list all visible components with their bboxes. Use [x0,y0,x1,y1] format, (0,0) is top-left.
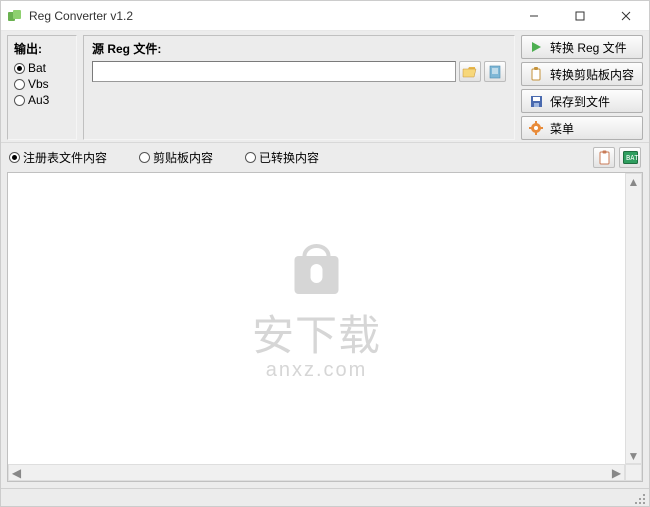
button-label: 转换 Reg 文件 [550,39,627,56]
watermark-main: 安下载 [252,302,381,363]
browse-button[interactable] [459,61,481,82]
radio-icon [14,79,25,90]
radio-label: 已转换内容 [259,149,319,166]
clipboard-convert-icon [528,66,544,82]
radio-icon [14,63,25,74]
terminal-run-icon: BAT [623,151,638,164]
output-panel: 输出: Bat Vbs Au3 [7,35,77,140]
radio-icon [139,152,150,163]
source-panel: 源 Reg 文件: [83,35,515,140]
watermark-bag-icon [286,242,346,298]
play-icon [528,39,544,55]
save-to-file-button[interactable]: 保存到文件 [521,89,643,113]
minimize-button[interactable] [511,1,557,30]
horizontal-scrollbar[interactable]: ◀ ▶ [8,464,625,481]
maximize-button[interactable] [557,1,603,30]
convert-clipboard-button[interactable]: 转换剪贴板内容 [521,62,643,86]
output-radio-bat[interactable]: Bat [14,61,70,75]
view-radio-reg-content[interactable]: 注册表文件内容 [9,149,107,166]
content-textarea-wrap: 安下载 anxz.com ▲ ▼ ◀ ▶ [7,172,643,482]
copy-button[interactable] [593,147,615,168]
radio-label: 注册表文件内容 [23,149,107,166]
clipboard-icon [598,150,611,165]
radio-label: Vbs [28,77,49,91]
window-title: Reg Converter v1.2 [29,9,511,23]
scrollbar-corner [625,464,642,481]
watermark: 安下载 anxz.com [252,242,381,382]
scroll-down-icon: ▼ [626,448,641,463]
radio-label: Au3 [28,93,49,107]
radio-icon [245,152,256,163]
folder-open-icon [462,65,478,79]
output-radio-au3[interactable]: Au3 [14,93,70,107]
clear-button[interactable] [484,61,506,82]
watermark-sub: anxz.com [252,359,381,382]
view-radio-converted-content[interactable]: 已转换内容 [245,149,319,166]
source-path-input[interactable] [92,61,456,82]
app-icon [7,8,23,24]
content-textarea[interactable]: 安下载 anxz.com [8,173,625,464]
close-button[interactable] [603,1,649,30]
radio-label: 剪贴板内容 [153,149,213,166]
button-label: 菜单 [550,120,574,137]
radio-icon [9,152,20,163]
client-area: 输出: Bat Vbs Au3 源 Reg 文件: [1,31,649,506]
scroll-up-icon: ▲ [626,174,641,189]
gear-icon [528,120,544,136]
convert-reg-button[interactable]: 转换 Reg 文件 [521,35,643,59]
source-label: 源 Reg 文件: [92,40,506,57]
resize-grip-icon[interactable] [633,492,647,506]
window-controls [511,1,649,30]
run-bat-button[interactable]: BAT [619,147,641,168]
view-radio-clipboard-content[interactable]: 剪贴板内容 [139,149,213,166]
button-label: 保存到文件 [550,93,610,110]
document-icon [488,65,502,79]
action-buttons: 转换 Reg 文件 转换剪贴板内容 保存到文件 菜单 [521,35,643,140]
menu-button[interactable]: 菜单 [521,116,643,140]
statusbar [1,488,649,506]
titlebar: Reg Converter v1.2 [1,1,649,31]
scroll-left-icon: ◀ [9,465,24,480]
radio-icon [14,95,25,106]
output-radio-vbs[interactable]: Vbs [14,77,70,91]
svg-text:BAT: BAT [626,154,638,162]
scroll-right-icon: ▶ [609,465,624,480]
view-selector-row: 注册表文件内容 剪贴板内容 已转换内容 BAT [1,142,649,172]
top-row: 输出: Bat Vbs Au3 源 Reg 文件: [1,31,649,142]
save-icon [528,93,544,109]
button-label: 转换剪贴板内容 [550,66,634,83]
vertical-scrollbar[interactable]: ▲ ▼ [625,173,642,464]
output-label: 输出: [14,40,70,57]
radio-label: Bat [28,61,46,75]
